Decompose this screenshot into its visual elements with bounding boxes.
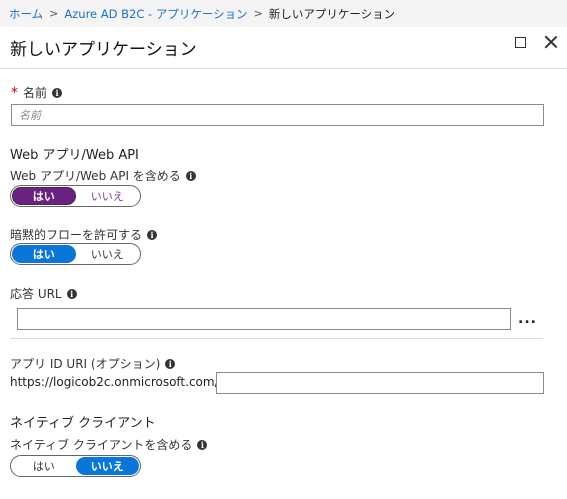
required-asterisk: * bbox=[11, 84, 18, 101]
breadcrumb-separator: > bbox=[253, 7, 263, 20]
info-icon[interactable]: i bbox=[165, 358, 176, 369]
app-id-uri-label: アプリ ID URI (オプション) bbox=[10, 357, 161, 371]
breadcrumb-separator: > bbox=[49, 7, 59, 20]
page-title: 新しいアプリケーション bbox=[10, 40, 197, 60]
close-icon[interactable] bbox=[543, 34, 559, 50]
reply-url-label: 応答 URL bbox=[10, 287, 62, 301]
maximize-icon[interactable] bbox=[515, 37, 526, 48]
include-native-yes-option[interactable]: はい bbox=[12, 457, 76, 475]
breadcrumb-current: 新しいアプリケーション bbox=[268, 6, 396, 21]
implicit-flow-label-row: 暗黙的フローを許可する i bbox=[10, 226, 158, 243]
include-web-toggle[interactable]: はい いいえ bbox=[10, 185, 141, 207]
name-input[interactable] bbox=[11, 104, 544, 126]
info-icon[interactable]: i bbox=[185, 170, 196, 181]
name-label: 名前 bbox=[23, 86, 48, 100]
include-web-yes-option[interactable]: はい bbox=[12, 187, 76, 205]
include-web-no-option[interactable]: いいえ bbox=[76, 187, 140, 205]
include-web-label: Web アプリ/Web API を含める bbox=[10, 169, 181, 183]
implicit-flow-no-option[interactable]: いいえ bbox=[76, 245, 140, 263]
implicit-flow-label: 暗黙的フローを許可する bbox=[10, 228, 143, 242]
breadcrumb: ホーム > Azure AD B2C - アプリケーション > 新しいアプリケー… bbox=[0, 0, 567, 27]
include-web-label-row: Web アプリ/Web API を含める i bbox=[10, 167, 196, 184]
app-id-uri-label-row: アプリ ID URI (オプション) i bbox=[10, 355, 176, 372]
native-section-heading: ネイティブ クライアント bbox=[10, 416, 156, 431]
info-icon[interactable]: i bbox=[52, 87, 63, 98]
include-native-label: ネイティブ クライアントを含める bbox=[10, 438, 193, 452]
reply-url-label-row: 応答 URL i bbox=[10, 285, 77, 302]
app-id-uri-input[interactable] bbox=[216, 372, 544, 394]
reply-url-input[interactable] bbox=[17, 308, 511, 330]
divider bbox=[10, 338, 543, 339]
web-section-heading: Web アプリ/Web API bbox=[10, 148, 139, 163]
blade-header: 新しいアプリケーション bbox=[0, 27, 567, 69]
include-native-toggle[interactable]: はい いいえ bbox=[10, 455, 141, 477]
more-options-icon[interactable]: ... bbox=[518, 311, 537, 327]
info-icon[interactable]: i bbox=[197, 439, 208, 450]
app-id-uri-prefix: https://logicob2c.onmicrosoft.com/ bbox=[10, 375, 219, 389]
info-icon[interactable]: i bbox=[66, 288, 77, 299]
breadcrumb-home-link[interactable]: ホーム bbox=[9, 6, 43, 22]
implicit-flow-yes-option[interactable]: はい bbox=[12, 245, 76, 263]
breadcrumb-applications-link[interactable]: Azure AD B2C - アプリケーション bbox=[64, 6, 247, 22]
include-native-label-row: ネイティブ クライアントを含める i bbox=[10, 436, 208, 453]
name-label-row: * 名前 i bbox=[11, 84, 63, 101]
info-icon[interactable]: i bbox=[147, 229, 158, 240]
implicit-flow-toggle[interactable]: はい いいえ bbox=[10, 243, 141, 265]
include-native-no-option[interactable]: いいえ bbox=[75, 457, 139, 475]
